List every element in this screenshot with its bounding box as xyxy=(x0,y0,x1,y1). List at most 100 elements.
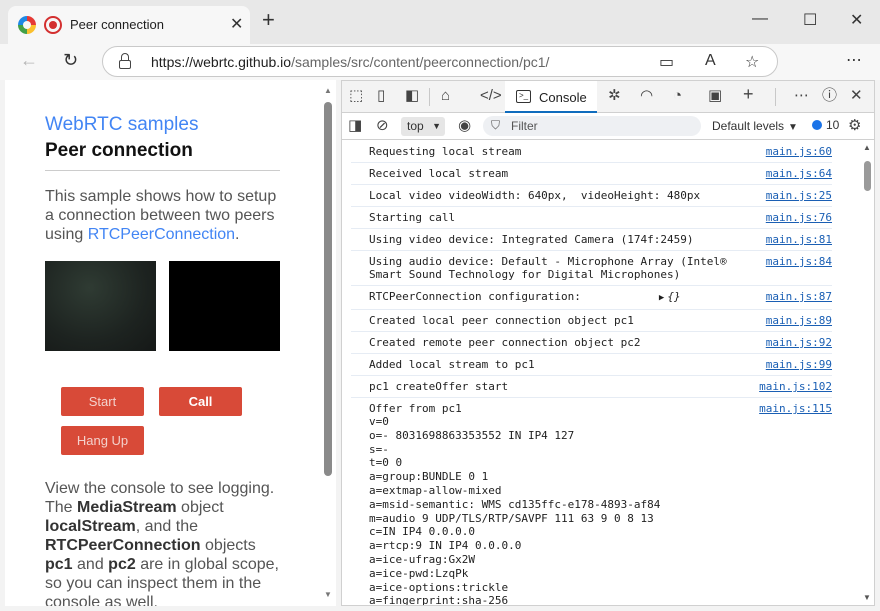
start-button[interactable]: Start xyxy=(61,387,144,416)
chevron-down-icon: ▼ xyxy=(788,122,798,133)
camera-icon[interactable]: ▭ xyxy=(659,52,674,72)
maximize-icon[interactable]: ☐ xyxy=(803,10,817,30)
elements-icon[interactable]: </> xyxy=(480,88,502,104)
call-button[interactable]: Call xyxy=(159,387,242,416)
devtools-panel: ⬚ ▯ ◧ ⌂ </> >_ Console ✲ ◠ ◔ ▣ + ⋯ ⓘ ✕ ◨… xyxy=(341,80,875,606)
source-link[interactable]: main.js:76 xyxy=(766,211,832,224)
source-link[interactable]: main.js:25 xyxy=(766,189,832,202)
console-message: Created local peer connection object pc1… xyxy=(351,310,832,332)
sdp-line: t=0 0 xyxy=(369,456,403,470)
sdp-line: m=audio 9 UDP/TLS/RTP/SAVPF 111 63 9 0 8… xyxy=(369,511,654,525)
scroll-thumb[interactable] xyxy=(324,102,332,476)
sdp-line: c=IN IP4 0.0.0.0 xyxy=(369,525,475,539)
close-window-icon[interactable]: ✕ xyxy=(850,10,863,30)
site-title[interactable]: WebRTC samples xyxy=(45,114,280,136)
console-message: RTCPeerConnection configuration: ▶{} main.… xyxy=(351,286,832,310)
favorite-star-icon[interactable]: ☆ xyxy=(745,52,759,72)
console-filter-bar: ◨ ⊘ top ▼ ◉ ⛉ Filter Default levels ▼ 10 ⚙ xyxy=(342,113,874,140)
read-aloud-icon[interactable]: A xyxy=(705,52,716,70)
scroll-up-icon[interactable]: ▲ xyxy=(863,143,871,152)
settings-more-icon[interactable]: ⋯ xyxy=(846,50,862,70)
object-preview[interactable]: {} xyxy=(667,290,680,303)
gear-icon[interactable]: ⚙ xyxy=(848,118,861,134)
url-text[interactable]: https://webrtc.github.io/samples/src/con… xyxy=(151,54,549,70)
ellipsis-icon[interactable]: ⋯ xyxy=(794,88,809,104)
scroll-thumb[interactable] xyxy=(864,161,871,191)
sdp-line: a=ice-pwd:LzqPk xyxy=(369,566,469,580)
chevron-down-icon: ▼ xyxy=(432,121,441,131)
sdp-line: a=ice-options:trickle xyxy=(369,580,509,594)
lock-icon[interactable] xyxy=(119,53,131,69)
hang-up-button[interactable]: Hang Up xyxy=(61,426,144,455)
recording-icon xyxy=(44,16,62,34)
source-link[interactable]: main.js:81 xyxy=(766,233,832,246)
context-select[interactable]: top ▼ xyxy=(401,117,445,136)
page-title: Peer connection xyxy=(45,140,280,171)
source-link[interactable]: main.js:87 xyxy=(766,290,832,303)
filter-icon: ⛉ xyxy=(491,118,501,132)
refresh-icon[interactable]: ↻ xyxy=(63,50,78,71)
console-message: Offer from pc1 main.js:115 v=0 o=- 803169… xyxy=(351,398,832,605)
source-link[interactable]: main.js:89 xyxy=(766,314,832,327)
sdp-line: a=msid-semantic: WMS cd135ffc-e178-4893-… xyxy=(369,497,661,511)
console-message: Starting call main.js:76 xyxy=(351,207,832,229)
scroll-up-icon[interactable]: ▲ xyxy=(324,86,332,95)
expand-triangle-icon[interactable]: ▶ xyxy=(659,293,664,303)
sdp-text: v=0 o=- 8031698863353552 IN IP4 127 s=- t=0… xyxy=(369,415,832,605)
help-icon[interactable]: ⓘ xyxy=(822,88,837,104)
source-link[interactable]: main.js:64 xyxy=(766,167,832,180)
console-message: Using audio device: Default - Microphone… xyxy=(351,251,832,286)
page-scrollbar[interactable]: ▲ ▼ xyxy=(323,86,333,599)
close-icon[interactable]: ✕ xyxy=(850,88,863,104)
inspect-icon[interactable]: ⬚ xyxy=(349,88,363,104)
source-link[interactable]: main.js:99 xyxy=(766,358,832,371)
issues-counter[interactable]: 10 xyxy=(812,118,839,132)
tab-title: Peer connection xyxy=(70,17,164,32)
rtcpeerconnection-link[interactable]: RTCPeerConnection xyxy=(88,226,235,243)
source-link[interactable]: main.js:92 xyxy=(766,336,832,349)
sdp-line: a=ice-ufrag:Gx2W xyxy=(369,552,475,566)
issue-info-icon xyxy=(812,120,822,130)
scroll-down-icon[interactable]: ▼ xyxy=(863,593,871,602)
source-link[interactable]: main.js:84 xyxy=(766,255,832,268)
controls: Start Call Hang Up xyxy=(45,387,280,477)
wifi-icon[interactable]: ◠ xyxy=(640,88,653,104)
console-icon: >_ xyxy=(516,90,531,103)
browser-tab[interactable]: Peer connection ✕ xyxy=(8,6,250,44)
local-video xyxy=(45,261,156,351)
outro-text: View the console to see logging. The Med… xyxy=(45,480,279,606)
console-scrollbar[interactable]: ▲ ▼ xyxy=(861,141,873,605)
back-icon[interactable]: ← xyxy=(20,50,38,71)
sdp-line: v=0 xyxy=(369,415,389,428)
source-link[interactable]: main.js:115 xyxy=(759,402,832,415)
new-tab-icon[interactable]: + xyxy=(262,8,275,32)
log-levels-dropdown[interactable]: Default levels ▼ xyxy=(712,119,798,133)
web-page: WebRTC samples Peer connection This samp… xyxy=(5,80,336,606)
console-message: Created remote peer connection object pc… xyxy=(351,332,832,354)
video-area xyxy=(45,261,280,351)
clear-console-icon[interactable]: ⊘ xyxy=(376,118,389,134)
devtools-tab-bar: ⬚ ▯ ◧ ⌂ </> >_ Console ✲ ◠ ◔ ▣ + ⋯ ⓘ ✕ xyxy=(342,81,874,113)
plus-icon[interactable]: + xyxy=(743,85,754,103)
device-emulation-icon[interactable]: ▯ xyxy=(377,88,385,104)
minimize-icon[interactable]: — xyxy=(752,10,768,28)
intro-text: This sample shows how to setup a connect… xyxy=(45,188,277,243)
address-bar[interactable]: https://webrtc.github.io/samples/src/con… xyxy=(102,46,778,77)
console-message: pc1 createOffer start main.js:102 xyxy=(351,376,832,398)
bug-icon[interactable]: ✲ xyxy=(608,88,621,104)
dock-side-icon[interactable]: ◧ xyxy=(405,88,419,104)
eye-icon[interactable]: ◉ xyxy=(458,118,471,134)
scroll-down-icon[interactable]: ▼ xyxy=(324,590,332,599)
remote-video xyxy=(169,261,280,351)
home-icon[interactable]: ⌂ xyxy=(441,88,450,104)
console-message: Added local stream to pc1 main.js:99 xyxy=(351,354,832,376)
gauge-icon[interactable]: ◔ xyxy=(673,88,682,104)
source-link[interactable]: main.js:60 xyxy=(766,145,832,158)
source-link[interactable]: main.js:102 xyxy=(759,380,832,393)
sdp-line: a=fingerprint:sha-256 xyxy=(369,594,509,605)
chip-icon[interactable]: ▣ xyxy=(708,88,722,104)
tab-console[interactable]: >_ Console xyxy=(505,81,597,113)
close-tab-icon[interactable]: ✕ xyxy=(230,14,243,34)
sidebar-toggle-icon[interactable]: ◨ xyxy=(348,118,362,134)
filter-input[interactable]: ⛉ Filter xyxy=(483,116,701,136)
